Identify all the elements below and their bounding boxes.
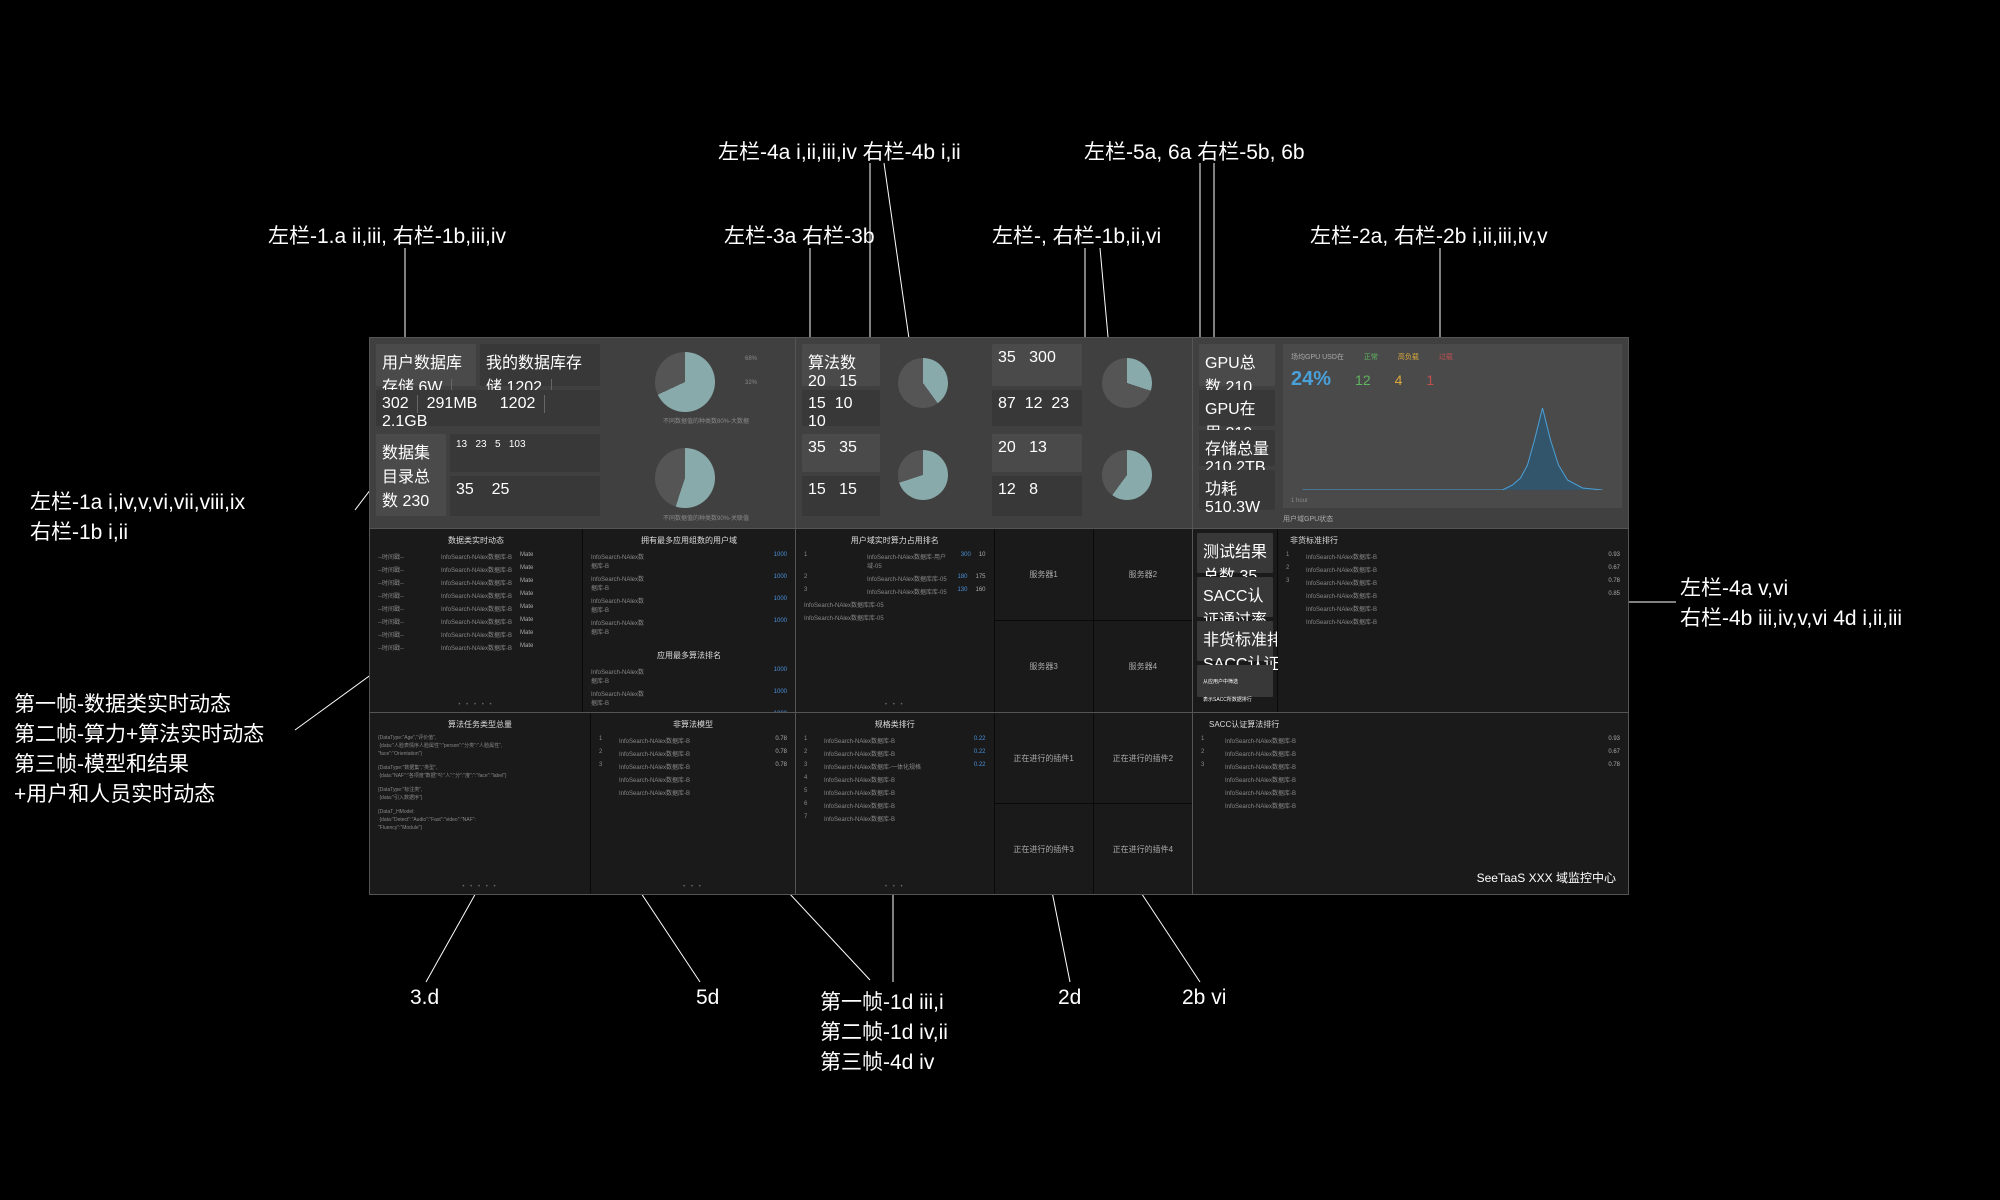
list-item: InfoSearch-NAlex数据库-B (1193, 786, 1628, 799)
list-item: --时间戳--InfoSearch-NAlex数据库-BMate (370, 550, 582, 563)
plugin-tile[interactable]: 正在进行的插件1 (995, 713, 1093, 803)
list-item: 1InfoSearch-NAlex数据库-B0.93 (1193, 734, 1628, 747)
list-item: 3InfoSearch-NAlex数据库-B0.78 (591, 760, 795, 773)
server-tile[interactable]: 服务器4 (1094, 621, 1192, 712)
list-item: InfoSearch-NAlex数据库-B (591, 773, 795, 786)
panel-top-mid: 算法数 20 15 15 10 10 35 35 15 15 35 (796, 338, 1192, 528)
list-item: 2InfoSearch-NAlex数据库-B0.67 (1278, 563, 1628, 576)
panel-top-right: GPU总数 210 GPU在用 210 存储总量 210.2TB 功耗 510.… (1193, 338, 1628, 528)
list-item: InfoSearch-NAlex数据库-B1000 (583, 665, 795, 687)
footer-title: SeeTaaS XXX 域监控中心 (1477, 869, 1616, 886)
list-item: 1InfoSearch-NAlex数据库-B0.78 (591, 734, 795, 747)
anno-a8: 第一帧-数据类实时动态 第二帧-算力+算法实时动态 第三帧-模型和结果 +用户和… (14, 688, 264, 808)
list-item: 3InfoSearch-NAlex数据库-一体化规格0.22 (796, 760, 994, 773)
list-item: InfoSearch-NAlex数据库库-05 (796, 611, 994, 624)
list-item: InfoSearch-NAlex数据库-B (1193, 773, 1628, 786)
pie-chart-icon (1102, 450, 1152, 500)
anno-a2: 左栏-3a 右栏-3b (724, 220, 875, 250)
panel-bot-left: 算法任务类型总量 {DataType:"Age","评价值", {data:"人… (370, 713, 795, 894)
plugin-tile[interactable]: 正在进行的插件4 (1094, 804, 1192, 894)
anno-a4: 左栏-, 右栏-1b,ii,vi (992, 220, 1161, 250)
list-item: InfoSearch-NAlex数据库-B1000 (583, 709, 795, 712)
list-item: --时间戳--InfoSearch-NAlex数据库-BMate (370, 589, 582, 602)
list-item: --时间戳--InfoSearch-NAlex数据库-BMate (370, 641, 582, 654)
list-item: 4InfoSearch-NAlex数据库-B (796, 773, 994, 786)
list-item: InfoSearch-NAlex数据库-B1000 (583, 550, 795, 572)
list-item: --时间戳--InfoSearch-NAlex数据库-BMate (370, 628, 582, 641)
list-item: --时间戳--InfoSearch-NAlex数据库-BMate (370, 576, 582, 589)
server-tile[interactable]: 服务器1 (995, 529, 1093, 620)
list-item: 2InfoSearch-NAlex数据库-B0.22 (796, 747, 994, 760)
list-item: InfoSearch-NAlex数据库-B1000 (583, 594, 795, 616)
plugin-grid: 正在进行的插件1 正在进行的插件2 正在进行的插件3 正在进行的插件4 (995, 713, 1193, 894)
list-item: 5InfoSearch-NAlex数据库-B (796, 786, 994, 799)
list-item: 7InfoSearch-NAlex数据库-B (796, 812, 994, 825)
pie-chart-icon (1102, 358, 1152, 408)
list-item: 2InfoSearch-NAlex数据库-B0.67 (1193, 747, 1628, 760)
list-item: --时间戳--InfoSearch-NAlex数据库-BMate (370, 615, 582, 628)
list-item: InfoSearch-NAlex数据库-B1000 (583, 687, 795, 709)
list-item: InfoSearch-NAlex数据库-B1000 (583, 572, 795, 594)
plugin-tile[interactable]: 正在进行的插件2 (1094, 713, 1192, 803)
server-grid: 服务器1 服务器2 服务器3 服务器4 (995, 529, 1193, 712)
anno-a1: 左栏-1.a ii,iii, 右栏-1b,iii,iv (268, 220, 506, 250)
list-item: 3InfoSearch-NAlex数据库库-05130160 (796, 585, 994, 598)
list-item: 1InfoSearch-NAlex数据库-用户域-0530010 (796, 550, 994, 572)
panel-bot-right: SACC认证算法排行 1InfoSearch-NAlex数据库-B0.932In… (1193, 713, 1628, 894)
anno-b1: 3.d (410, 986, 439, 1010)
anno-b3: 第一帧-1d iii,i 第二帧-1d iv,ii 第三帧-4d iv (820, 986, 948, 1076)
pie-chart-icon (898, 358, 948, 408)
anno-b5: 2b vi (1182, 986, 1226, 1010)
panel-mid-center: 用户域实时算力占用排名 1InfoSearch-NAlex数据库-用户域-053… (796, 529, 1192, 712)
server-tile[interactable]: 服务器2 (1094, 529, 1192, 620)
list-item: 3InfoSearch-NAlex数据库-B0.78 (1278, 576, 1628, 589)
list-item: 2InfoSearch-NAlex数据库-B0.78 (591, 747, 795, 760)
dashboard: 用户数据库存储 6W 15TB 我的数据库存储 1202 20GB 302 29… (369, 337, 1629, 895)
list-item: 2InfoSearch-NAlex数据库库-05180175 (796, 572, 994, 585)
list-item: 1InfoSearch-NAlex数据库-B0.22 (796, 734, 994, 747)
anno-a9: 左栏-4a v,vi 右栏-4b iii,iv,v,vi 4d i,ii,iii (1680, 572, 1902, 632)
list-item: 3InfoSearch-NAlex数据库-B0.78 (1193, 760, 1628, 773)
anno-b4: 2d (1058, 986, 1081, 1010)
panel-top-left: 用户数据库存储 6W 15TB 我的数据库存储 1202 20GB 302 29… (370, 338, 795, 528)
panel-mid-right: 测试结果总数 35 SACC认证通过率 25 非货标准排行 SACC认证通过排行… (1193, 529, 1628, 712)
list-item: InfoSearch-NAlex数据库-B (1193, 799, 1628, 812)
list-item: InfoSearch-NAlex数据库-B (1278, 615, 1628, 628)
plugin-tile[interactable]: 正在进行的插件3 (995, 804, 1093, 894)
list-item: InfoSearch-NAlex数据库-B (1278, 602, 1628, 615)
anno-a6: 左栏-2a, 右栏-2b i,ii,iii,iv,v (1310, 220, 1548, 250)
anno-b2: 5d (696, 986, 719, 1010)
server-tile[interactable]: 服务器3 (995, 621, 1093, 712)
list-item: InfoSearch-NAlex数据库-B (591, 786, 795, 799)
anno-a5: 左栏-5a, 6a 右栏-5b, 6b (1084, 136, 1305, 166)
gpu-chart: 场均GPU USD在 正常 高负载 过载 24% 12 4 1 1 hour (1283, 344, 1622, 508)
list-item: --时间戳--InfoSearch-NAlex数据库-BMate (370, 563, 582, 576)
pie-chart-icon (898, 450, 948, 500)
list-item: InfoSearch-NAlex数据库库-05 (796, 598, 994, 611)
pie-chart-icon (655, 448, 715, 508)
list-item: InfoSearch-NAlex数据库-B1000 (583, 616, 795, 638)
list-item: 1InfoSearch-NAlex数据库-B0.93 (1278, 550, 1628, 563)
list-item: 6InfoSearch-NAlex数据库-B (796, 799, 994, 812)
anno-a7: 左栏-1a i,iv,v,vi,vii,viii,ix 右栏-1b i,ii (30, 486, 245, 546)
area-chart-icon (1291, 400, 1614, 490)
panel-bot-center: 规格类排行 1InfoSearch-NAlex数据库-B0.222InfoSea… (796, 713, 1192, 894)
anno-a3: 左栏-4a i,ii,iii,iv 右栏-4b i,ii (718, 136, 961, 166)
pie-chart-icon (655, 352, 715, 412)
panel-mid-left: 数据类实时动态 --时间戳--InfoSearch-NAlex数据库-BMate… (370, 529, 795, 712)
list-item: --时间戳--InfoSearch-NAlex数据库-BMate (370, 602, 582, 615)
list-item: InfoSearch-NAlex数据库-B0.85 (1278, 589, 1628, 602)
